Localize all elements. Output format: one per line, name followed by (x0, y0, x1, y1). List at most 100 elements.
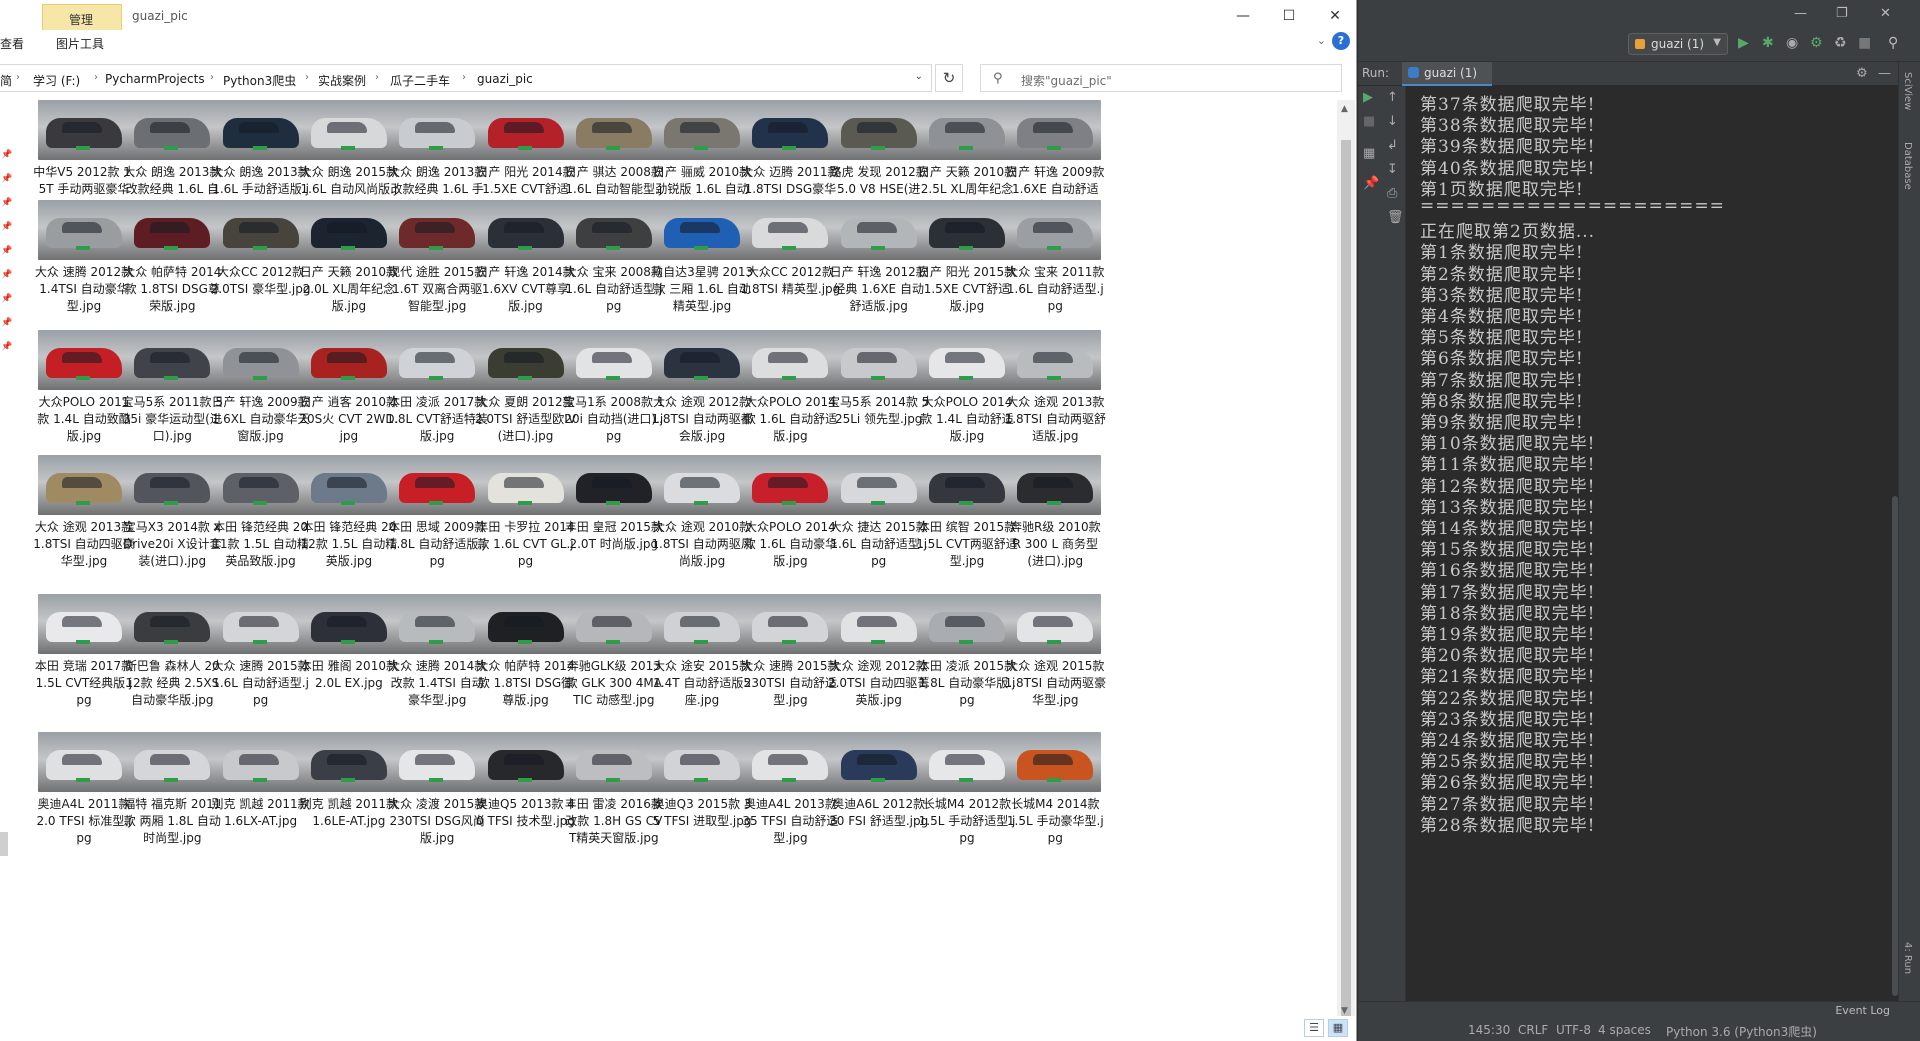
hide-icon[interactable]: — (1878, 66, 1891, 81)
down-arrow-icon[interactable]: ↓ (1387, 114, 1398, 129)
restore-icon[interactable]: ❐ (1836, 6, 1848, 21)
large-icons-view-icon[interactable]: ▦ (1328, 1019, 1348, 1037)
image-thumbnail (1009, 455, 1102, 515)
nav-scrollbar-thumb[interactable] (0, 832, 8, 856)
console-output[interactable]: 第37条数据爬取完毕! 第38条数据爬取完毕! 第39条数据爬取完毕! 第40条数据爬… (1406, 86, 1898, 1001)
coverage-icon[interactable]: ◉ (1786, 35, 1798, 51)
breadcrumb-item[interactable]: PycharmProjects (105, 72, 205, 86)
minimize-icon[interactable]: — (1794, 6, 1807, 21)
car-window (326, 122, 367, 133)
scrollbar-thumb[interactable] (1341, 140, 1351, 1020)
soft-wrap-icon[interactable]: ↲ (1387, 138, 1398, 153)
title-bar: 管理 guazi_pic — ☐ ✕ (0, 0, 1356, 32)
rerun-icon[interactable]: ▶ (1363, 90, 1373, 105)
vertical-scrollbar[interactable]: ▲ ▼ (1337, 100, 1355, 1026)
pin-icon[interactable]: 📌 (1, 174, 12, 184)
pin-icon[interactable]: 📌 (1, 294, 12, 304)
trash-icon[interactable]: 🗑 (1387, 210, 1404, 225)
pycharm-window: — ❐ ✕ guazi (1) ▼ ▶ ✱ ◉ ⚙ ♻ ■ ⚲ Run: gua… (1358, 0, 1920, 1041)
scroll-to-end-icon[interactable]: ↧ (1387, 162, 1398, 177)
tab-view[interactable]: 查看 (0, 35, 24, 52)
close-button[interactable]: ✕ (1312, 0, 1356, 32)
line-separator[interactable]: CRLF (1518, 1023, 1548, 1037)
sciview-tab[interactable]: SciView (1902, 72, 1913, 110)
pin-icon[interactable]: 📌 (1, 150, 12, 160)
license-plate (76, 146, 90, 150)
refresh-button[interactable]: ↻ (935, 64, 963, 92)
indent-setting[interactable]: 4 spaces (1598, 1023, 1651, 1037)
file-item[interactable]: 大众 途观 2015款 1.8TSI 自动两驱豪华型.jpg (991, 584, 1106, 734)
car-window (503, 352, 544, 363)
car-window (62, 122, 102, 133)
refresh-icon: ↻ (942, 69, 956, 87)
debug-icon[interactable]: ✱ (1762, 35, 1774, 51)
address-bar[interactable]: 简 › 学习 (F:) › PycharmProjects › Python3爬… (0, 64, 932, 92)
license-plate (782, 246, 797, 250)
maximize-button[interactable]: ☐ (1266, 0, 1312, 32)
license-plate (76, 778, 90, 782)
tab-picture-tools[interactable]: 图片工具 (56, 35, 104, 52)
caret-position[interactable]: 145:30 (1468, 1023, 1510, 1037)
profile-icon[interactable]: ⚙ (1810, 35, 1823, 51)
pin-icon[interactable]: 📌 (1, 198, 12, 208)
license-plate (517, 640, 532, 644)
database-tab[interactable]: Database (1902, 142, 1913, 190)
run-config-label: guazi (1) (1651, 37, 1705, 51)
print-icon[interactable]: ⎙ (1387, 186, 1397, 201)
scroll-up-icon[interactable]: ▲ (1341, 104, 1348, 114)
license-plate (517, 501, 532, 505)
gear-icon[interactable]: ⚙ (1856, 66, 1868, 81)
pin-tab-icon[interactable]: 📌 (1363, 176, 1379, 191)
file-item[interactable]: 长城M4 2014款 1.5L 手动豪华型.jpg (991, 722, 1104, 872)
run-tab-label: guazi (1) (1424, 66, 1478, 80)
license-plate (694, 640, 709, 644)
car-window (62, 352, 102, 363)
run-icon[interactable]: ▶ (1738, 35, 1749, 51)
license-plate (164, 246, 179, 250)
license-plate (782, 376, 797, 380)
file-item[interactable]: 大众 宝来 2011款 1.6L 自动舒适型.jpg (991, 190, 1104, 340)
minimize-button[interactable]: — (1220, 0, 1266, 32)
close-icon[interactable]: ✕ (1880, 6, 1891, 21)
address-dropdown-icon[interactable]: ⌄ (915, 71, 923, 82)
car-window (680, 754, 721, 765)
breadcrumb-item[interactable]: 瓜子二手车 (390, 72, 450, 89)
run-tool-tab[interactable]: 4: Run (1902, 942, 1913, 974)
search-box[interactable]: ⚲ 搜索"guazi_pic" (980, 64, 1342, 92)
file-item[interactable]: 奔驰R级 2010款 R 300 L 商务型(进口).jpg (991, 445, 1102, 595)
license-plate (605, 376, 620, 380)
license-plate (517, 376, 532, 380)
search-icon[interactable]: ⚲ (1888, 35, 1898, 51)
manage-context-tab[interactable]: 管理 (42, 4, 122, 30)
license-plate (429, 640, 444, 644)
file-encoding[interactable]: UTF-8 (1556, 1023, 1591, 1037)
breadcrumb-item[interactable]: 学习 (F:) (33, 72, 80, 89)
run-tab-guazi[interactable]: guazi (1) (1402, 62, 1492, 86)
concurrency-icon[interactable]: ♻ (1834, 35, 1847, 51)
pin-icon[interactable]: 📌 (1, 342, 12, 352)
layout-icon[interactable]: ▦ (1363, 146, 1375, 161)
pin-icon[interactable]: 📌 (1, 246, 12, 256)
scroll-down-icon[interactable]: ▼ (1341, 1006, 1348, 1016)
pin-icon[interactable]: 📌 (1, 318, 12, 328)
breadcrumb-item[interactable]: Python3爬虫 (223, 72, 296, 89)
breadcrumb-item[interactable]: 实战案例 (318, 72, 366, 89)
car-window (415, 122, 456, 133)
car-window (326, 222, 367, 233)
license-plate (517, 246, 532, 250)
help-icon[interactable]: ? (1332, 32, 1350, 50)
up-arrow-icon[interactable]: ↑ (1387, 90, 1398, 105)
python-interpreter[interactable]: Python 3.6 (Python3爬虫) (1666, 1023, 1817, 1040)
run-configuration-select[interactable]: guazi (1) ▼ (1628, 33, 1728, 55)
stop-icon[interactable]: ■ (1363, 114, 1375, 129)
chevron-right-icon: › (462, 72, 466, 83)
stop-icon[interactable]: ■ (1858, 35, 1871, 51)
details-view-icon[interactable]: ☰ (1304, 1019, 1324, 1037)
image-thumbnail (1009, 100, 1102, 160)
chevron-down-icon[interactable]: ⌄ (1317, 34, 1326, 47)
event-log-button[interactable]: Event Log (1835, 1004, 1890, 1017)
breadcrumb-item[interactable]: 简 (0, 72, 12, 89)
pin-icon[interactable]: 📌 (1, 222, 12, 232)
breadcrumb-current[interactable]: guazi_pic (477, 72, 533, 86)
pin-icon[interactable]: 📌 (1, 270, 12, 280)
